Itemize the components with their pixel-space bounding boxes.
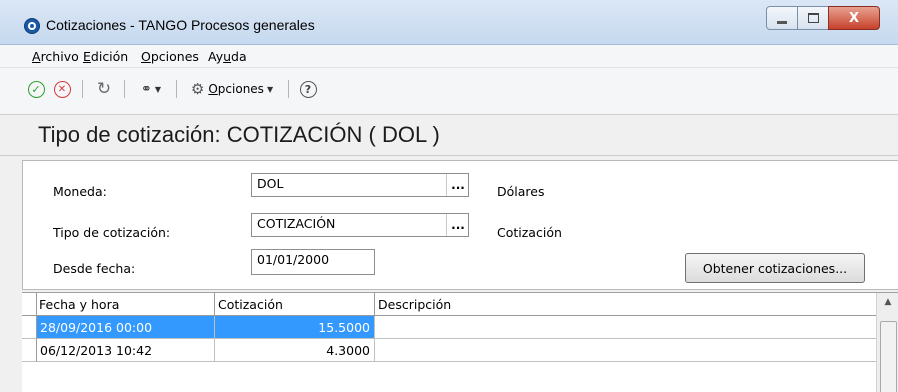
refresh-button[interactable]: ↻: [92, 79, 116, 99]
moneda-label: Moneda:: [53, 184, 107, 199]
minimize-icon: [767, 7, 797, 29]
window-title: Cotizaciones - TANGO Procesos generales: [46, 17, 315, 33]
desde-fecha-field[interactable]: 01/01/2000: [251, 249, 375, 275]
dropdown-arrow-icon: ▼: [154, 84, 162, 94]
moneda-value: DOL: [257, 176, 284, 191]
gear-icon: ⚙: [190, 80, 205, 98]
maximize-button[interactable]: [797, 6, 829, 30]
moneda-description: Dólares: [497, 184, 545, 199]
close-button[interactable]: X: [828, 6, 880, 30]
toolbar: ✓ ✕ ↻ ⚭ ▼ ⚙ Opciones ▼ ?: [0, 68, 898, 115]
table-cell-cotizacion[interactable]: 4.3000: [215, 339, 375, 362]
quotes-table: Fecha y hora Cotización Descripción 28/0…: [22, 292, 898, 392]
obtener-cotizaciones-button[interactable]: Obtener cotizaciones...: [685, 253, 865, 283]
moneda-lookup-button[interactable]: ...: [446, 174, 469, 196]
check-circle-icon: ✓: [27, 80, 45, 98]
row-indicator-header: [22, 293, 37, 316]
maximize-icon: [798, 7, 828, 29]
app-icon[interactable]: [24, 18, 40, 34]
desde-fecha-label: Desde fecha:: [53, 261, 136, 276]
menu-bar: Archivo Edición Opciones Ayuda: [0, 45, 898, 68]
row-indicator[interactable]: [22, 316, 37, 339]
dropdown-arrow-icon: ▼: [266, 84, 274, 94]
menu-archivo[interactable]: Archivo: [32, 49, 79, 64]
scrollbar-thumb[interactable]: [880, 321, 897, 392]
refresh-icon: ↻: [96, 79, 112, 99]
menu-opciones[interactable]: Opciones: [141, 49, 199, 64]
table-cell-descripcion[interactable]: [375, 339, 876, 362]
x-circle-icon: ✕: [53, 80, 71, 98]
tipo-cotizacion-lookup-button[interactable]: ...: [446, 214, 469, 236]
find-button[interactable]: ⚭ ▼: [132, 79, 170, 99]
binoculars-icon: ⚭: [140, 81, 152, 97]
scroll-up-arrow-icon[interactable]: ▲: [877, 293, 898, 311]
table-cell-cotizacion[interactable]: 15.5000: [215, 316, 375, 339]
moneda-field[interactable]: DOL ...: [251, 173, 469, 197]
cancel-button[interactable]: ✕: [52, 79, 72, 99]
toolbar-separator: [82, 80, 83, 98]
column-header-fecha[interactable]: Fecha y hora: [36, 293, 215, 316]
tipo-cotizacion-label: Tipo de cotización:: [53, 225, 171, 240]
column-header-descripcion[interactable]: Descripción: [375, 293, 876, 316]
tipo-cotizacion-field[interactable]: COTIZACIÓN ...: [251, 213, 469, 237]
page-title: Tipo de cotización: COTIZACIÓN ( DOL ): [38, 122, 440, 147]
table-cell-fecha[interactable]: 28/09/2016 00:00: [37, 316, 215, 339]
toolbar-separator: [288, 80, 289, 98]
help-icon: ?: [299, 80, 317, 98]
accept-button[interactable]: ✓: [26, 79, 46, 99]
toolbar-separator: [176, 80, 177, 98]
tipo-cotizacion-description: Cotización: [497, 225, 562, 240]
page-heading: Tipo de cotización: COTIZACIÓN ( DOL ): [0, 115, 898, 156]
filter-form: Moneda: DOL ... Dólares Tipo de cotizaci…: [22, 160, 898, 290]
options-dropdown-button[interactable]: ⚙ Opciones ▼: [184, 79, 280, 99]
table-cell-descripcion[interactable]: [375, 316, 876, 339]
table-cell-fecha[interactable]: 06/12/2013 10:42: [37, 339, 215, 362]
desde-fecha-value: 01/01/2000: [257, 252, 330, 267]
minimize-button[interactable]: [766, 6, 798, 30]
row-indicator[interactable]: [22, 339, 37, 362]
help-button[interactable]: ?: [298, 79, 318, 99]
tipo-cotizacion-value: COTIZACIÓN: [257, 216, 336, 231]
app-window: Cotizaciones - TANGO Procesos generales …: [0, 0, 898, 392]
toolbar-separator: [124, 80, 125, 98]
title-bar[interactable]: Cotizaciones - TANGO Procesos generales …: [0, 0, 898, 45]
close-icon: X: [848, 10, 860, 26]
menu-ayuda[interactable]: Ayuda: [208, 49, 247, 64]
window-controls: X: [766, 6, 880, 32]
vertical-scrollbar[interactable]: ▲: [876, 293, 898, 392]
options-label: Opciones: [208, 82, 264, 96]
menu-edicion[interactable]: Edición: [83, 49, 128, 64]
column-header-cotizacion[interactable]: Cotización: [215, 293, 375, 316]
